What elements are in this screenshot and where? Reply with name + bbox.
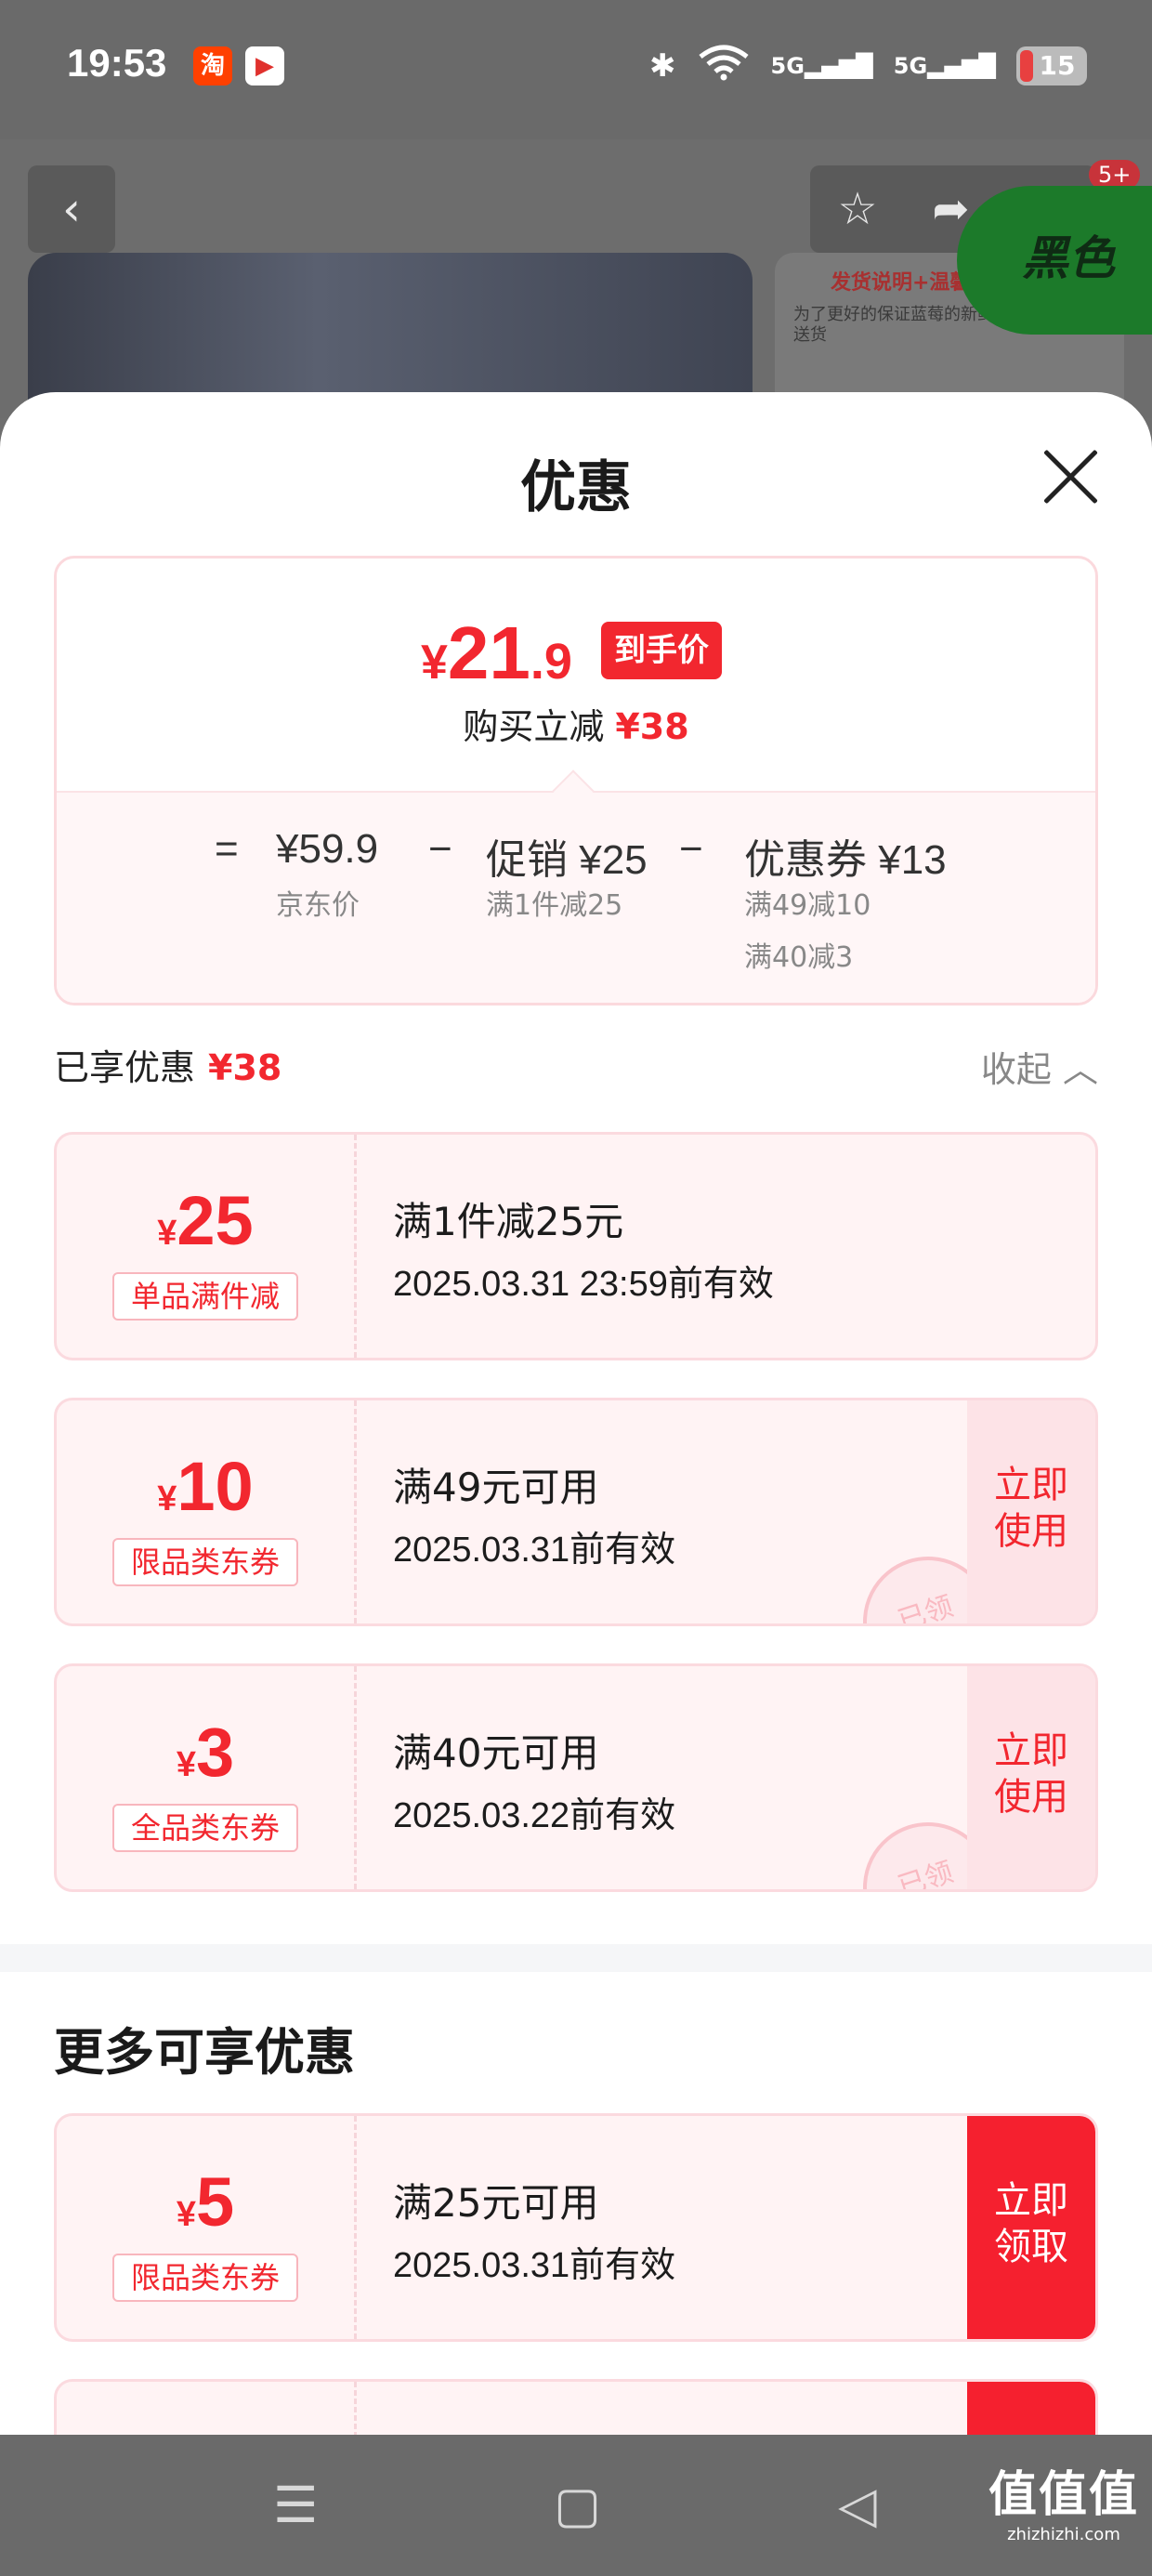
instant-discount-amount: ¥38 [615, 706, 689, 747]
wifi-icon [697, 44, 751, 89]
menu-icon[interactable]: ☰ [273, 2476, 318, 2534]
coupon-card: ¥10 限品类东券 满49元可用 2025.03.31前有效 已领 立即 使用 [54, 1398, 1098, 1626]
coupon-value: ¥10 [57, 1447, 354, 1526]
coupon-amount: 3 [195, 1714, 235, 1791]
coupon-details: 满1件减25元 2025.03.31 23:59前有效 [393, 1190, 774, 1306]
coupon-condition: 满49元可用 [393, 1465, 599, 1510]
coupon-validity: 2025.03.22前有效 [393, 1796, 676, 1835]
coupon-card: ¥25 单品满件减 满1件减25元 2025.03.31 23:59前有效 [54, 1132, 1098, 1360]
instant-discount-label: 购买立减 [463, 706, 605, 747]
watermark: 值值值 zhizhizhi.com [988, 2455, 1139, 2544]
discount-sheet: 优惠 ¥21.9 到手价 购买立减 ¥38 = ¥59.9 京东价 − 促销 ¥2… [0, 392, 1152, 2435]
coupon-discount-sub-2: 满40减3 [744, 941, 854, 974]
equals-sign: = [215, 826, 239, 872]
use-now-button[interactable]: 立即 使用 [967, 1666, 1095, 1889]
coupon-validity: 2025.03.31 23:59前有效 [393, 1265, 774, 1304]
jd-price-label: 京东价 [276, 889, 360, 922]
status-time: 19:53 [67, 41, 167, 85]
signal-icon-2: 5G▂▄▆█ [893, 53, 996, 79]
minus-sign-1: − [428, 826, 452, 872]
claim-now-button-partial[interactable] [967, 2382, 1095, 2435]
coupon-condition: 满40元可用 [393, 1730, 599, 1776]
coupon-divider [354, 2382, 357, 2435]
coupon-discount-sub-1: 满49减10 [744, 889, 871, 922]
signal-icon-1: 5G▂▄▆█ [770, 53, 873, 79]
coupon-value: ¥25 [57, 1181, 354, 1260]
coupon-value: ¥3 [57, 1713, 354, 1792]
minus-sign-2: − [679, 826, 703, 872]
coupon-type-tag: 限品类东券 [112, 2254, 298, 2302]
coupon-discount: 优惠券 ¥13 [744, 837, 947, 883]
enjoyed-amount: ¥38 [208, 1047, 282, 1088]
enjoyed-label-text: 已享优惠 [54, 1047, 196, 1088]
price-summary-card: ¥21.9 到手价 购买立减 ¥38 = ¥59.9 京东价 − 促销 ¥25 满… [54, 556, 1098, 1005]
nav-back-icon[interactable]: ◁ [838, 2476, 877, 2534]
watermark-title: 值值值 [988, 2467, 1139, 2523]
final-price-integer: 21 [447, 611, 530, 694]
coupon-type-tag: 限品类东券 [112, 1538, 298, 1586]
coupon-amount: 5 [195, 2163, 235, 2241]
coupon-card: ¥3 全品类东券 满40元可用 2025.03.22前有效 已领 立即 使用 [54, 1663, 1098, 1892]
coupon-type-tag: 单品满件减 [112, 1272, 298, 1321]
coupon-condition: 满1件减25元 [393, 1199, 624, 1244]
green-badge: 黑色 [957, 186, 1152, 335]
star-icon[interactable]: ☆ [837, 183, 877, 235]
final-price-decimal: .9 [530, 634, 572, 690]
home-icon[interactable]: ▢ [554, 2476, 601, 2534]
enjoyed-discount-label: 已享优惠 ¥38 [54, 1039, 281, 1090]
promo-discount: 促销 ¥25 [486, 837, 648, 883]
price-breakdown: = ¥59.9 京东价 − 促销 ¥25 满1件减25 − 优惠券 ¥13 满4… [57, 791, 1095, 1003]
coupon-currency: ¥ [176, 2195, 196, 2234]
collapse-toggle[interactable]: 收起 ︿ [981, 1041, 1098, 1092]
video-app-icon: ▶ [245, 46, 284, 85]
battery-icon: 15 [1016, 46, 1087, 85]
coupon-divider [354, 2116, 357, 2339]
jd-price: ¥59.9 [276, 826, 379, 872]
use-now-button[interactable]: 立即 使用 [967, 1400, 1095, 1623]
back-icon[interactable]: ‹ [28, 165, 115, 253]
instant-discount: 购买立减 ¥38 [57, 698, 1095, 749]
coupon-amount: 10 [177, 1448, 254, 1525]
coupon-details: 满25元可用 2025.03.31前有效 [393, 2172, 675, 2287]
watermark-url: zhizhizhi.com [1007, 2525, 1120, 2544]
coupon-currency: ¥ [176, 1745, 196, 1784]
price-summary-top: ¥21.9 到手价 购买立减 ¥38 [57, 559, 1095, 791]
coupon-details: 满49元可用 2025.03.31前有效 [393, 1456, 675, 1571]
promo-discount-sub: 满1件减25 [486, 889, 623, 922]
coupon-validity: 2025.03.31前有效 [393, 2246, 676, 2285]
final-price-tag: 到手价 [601, 622, 722, 679]
coupon-currency: ¥ [157, 1479, 177, 1518]
sheet-title: 优惠 [520, 455, 632, 520]
coupon-amount: 25 [177, 1182, 254, 1259]
coupon-validity: 2025.03.31前有效 [393, 1531, 676, 1570]
coupon-currency: ¥ [157, 1214, 177, 1253]
background-product-page: ‹ ☆ ➦ ⋯ 5+ 发货说明+温馨提示 为了更好的保证蓝莓的新鲜 直发京东快递… [0, 139, 1152, 439]
status-bar: 19:53 淘 ▶ ✱ 5G▂▄▆█ 5G▂▄▆█ 15 [0, 0, 1152, 139]
coupon-divider [354, 1135, 357, 1358]
coupon-card: ¥5 限品类东券 满25元可用 2025.03.31前有效 立即 领取 [54, 2113, 1098, 2342]
system-navigation-bar: ☰ ▢ ◁ 值值值 zhizhizhi.com [0, 2435, 1152, 2576]
more-discounts-title: 更多可享优惠 [54, 2023, 355, 2082]
final-price: ¥21.9 [421, 611, 572, 696]
currency-symbol: ¥ [421, 636, 448, 690]
status-indicators: ✱ 5G▂▄▆█ 5G▂▄▆█ 15 [649, 43, 1087, 89]
coupon-details: 满40元可用 2025.03.22前有效 [393, 1722, 675, 1837]
claim-now-button[interactable]: 立即 领取 [967, 2116, 1095, 2339]
taobao-app-icon: 淘 [193, 46, 232, 85]
coupon-value: ¥5 [57, 2162, 354, 2241]
coupon-type-tag: 全品类东券 [112, 1804, 298, 1852]
coupon-condition: 满25元可用 [393, 2180, 599, 2226]
bluetooth-icon: ✱ [649, 47, 676, 85]
coupon-divider [354, 1400, 357, 1623]
close-icon[interactable] [1041, 446, 1102, 507]
section-divider [0, 1944, 1152, 1972]
coupon-card-partial [54, 2379, 1098, 2435]
coupon-divider [354, 1666, 357, 1889]
